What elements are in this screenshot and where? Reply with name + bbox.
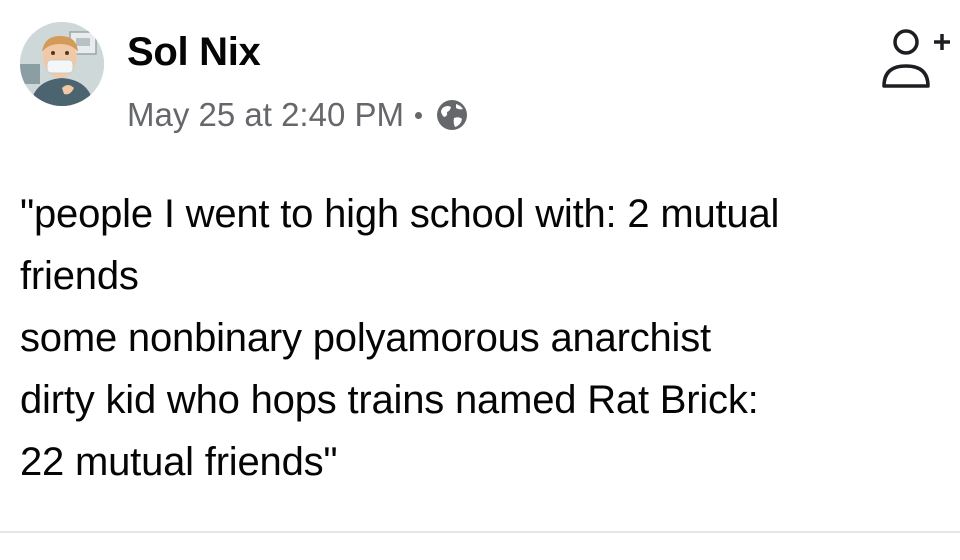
add-friend-icon bbox=[882, 29, 950, 88]
post-text: "people I went to high school with: 2 mu… bbox=[20, 183, 950, 493]
post-text-line: some nonbinary polyamorous anarchist bbox=[20, 316, 711, 360]
globe-icon[interactable] bbox=[435, 98, 469, 132]
separator-dot bbox=[414, 111, 422, 119]
post: Sol Nix May 25 at 2:40 PM "people I went… bbox=[0, 0, 960, 560]
author-name[interactable]: Sol Nix bbox=[127, 28, 261, 76]
post-meta: May 25 at 2:40 PM bbox=[127, 93, 469, 137]
post-text-line: dirty kid who hops trains named Rat Bric… bbox=[20, 378, 759, 422]
add-friend-button[interactable] bbox=[880, 26, 952, 92]
post-text-line: 22 mutual friends" bbox=[20, 440, 338, 484]
avatar[interactable] bbox=[20, 22, 104, 106]
post-text-line: "people I went to high school with: 2 mu… bbox=[20, 192, 780, 236]
post-text-line: friends bbox=[20, 254, 139, 298]
divider bbox=[0, 531, 960, 533]
timestamp[interactable]: May 25 at 2:40 PM bbox=[127, 96, 404, 134]
avatar-illustration bbox=[20, 22, 104, 106]
